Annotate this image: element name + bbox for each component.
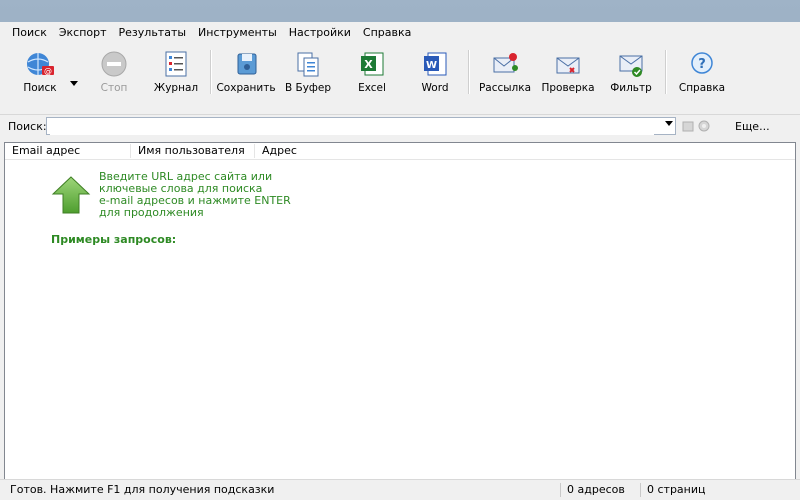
- excel-button-label: Excel: [358, 82, 386, 94]
- envelope-check-icon: [552, 48, 584, 80]
- status-pages-count: 0 страниц: [640, 483, 706, 497]
- save-disk-icon: [230, 48, 262, 80]
- stop-icon: [98, 48, 130, 80]
- search-button[interactable]: @ Поиск: [10, 48, 70, 94]
- buffer-button[interactable]: В Буфер: [278, 48, 338, 94]
- go-icon[interactable]: [681, 119, 695, 133]
- svg-text:X: X: [364, 58, 373, 71]
- save-button[interactable]: Сохранить: [216, 48, 276, 94]
- search-dropdown-icon[interactable]: [70, 76, 78, 89]
- status-addresses-count: 0 адресов: [560, 483, 625, 497]
- clipboard-copy-icon: [292, 48, 324, 80]
- search-input[interactable]: [50, 119, 654, 135]
- search-globe-icon: @: [24, 48, 56, 80]
- column-header-username[interactable]: Имя пользователя: [131, 144, 255, 158]
- word-icon: W: [419, 48, 451, 80]
- search-button-label: Поиск: [23, 82, 57, 94]
- mailing-button-label: Рассылка: [478, 82, 532, 94]
- search-hint: Введите URL адрес сайта или ключевые сло…: [99, 171, 299, 219]
- filter-button-label: Фильтр: [610, 82, 652, 94]
- menu-export[interactable]: Экспорт: [53, 24, 113, 41]
- help-question-icon: ?: [686, 48, 718, 80]
- stop-button-label: Стоп: [100, 82, 128, 94]
- buffer-button-label: В Буфер: [284, 82, 332, 94]
- svg-text:@: @: [44, 67, 52, 76]
- hint-line: для продолжения: [99, 206, 204, 219]
- search-label: Поиск:: [8, 120, 47, 133]
- help-button[interactable]: ? Справка: [672, 48, 732, 94]
- status-message: Готов. Нажмите F1 для получения подсказк…: [10, 483, 275, 496]
- settings-gear-icon[interactable]: [697, 119, 711, 133]
- mailing-button[interactable]: Рассылка: [475, 48, 535, 94]
- app-window: Поиск Экспорт Результаты Инструменты Нас…: [0, 22, 800, 500]
- journal-button[interactable]: Журнал: [146, 48, 206, 94]
- word-button[interactable]: W Word: [405, 48, 465, 94]
- examples-heading: Примеры запросов:: [51, 233, 177, 246]
- search-dropdown-arrow-icon[interactable]: [665, 121, 673, 126]
- menu-tools[interactable]: Инструменты: [192, 24, 283, 41]
- help-button-label: Справка: [678, 82, 726, 94]
- toolbar-separator: [210, 50, 212, 94]
- search-row: Поиск: Еще...: [0, 116, 800, 138]
- menu-bar: Поиск Экспорт Результаты Инструменты Нас…: [0, 22, 800, 42]
- stop-button[interactable]: Стоп: [84, 48, 144, 94]
- mailing-icon: [489, 48, 521, 80]
- excel-button[interactable]: X Excel: [342, 48, 402, 94]
- filter-button[interactable]: Фильтр: [601, 48, 661, 94]
- menu-results[interactable]: Результаты: [113, 24, 193, 41]
- check-button[interactable]: Проверка: [538, 48, 598, 94]
- column-header-email[interactable]: Email адрес: [5, 144, 131, 158]
- check-button-label: Проверка: [541, 82, 595, 94]
- save-button-label: Сохранить: [216, 82, 276, 94]
- word-button-label: Word: [421, 82, 449, 94]
- journal-list-icon: [160, 48, 192, 80]
- excel-icon: X: [356, 48, 388, 80]
- envelope-filter-icon: [615, 48, 647, 80]
- status-bar: Готов. Нажмите F1 для получения подсказк…: [0, 479, 800, 500]
- toolbar: @ Поиск Стоп Журнал Сохранить В Буфер X …: [0, 42, 800, 115]
- menu-settings[interactable]: Настройки: [283, 24, 357, 41]
- results-list[interactable]: Email адрес Имя пользователя Адрес Введи…: [4, 142, 796, 490]
- list-header: Email адрес Имя пользователя Адрес: [5, 143, 795, 160]
- column-header-address[interactable]: Адрес: [255, 144, 375, 158]
- menu-search[interactable]: Поиск: [6, 24, 53, 41]
- more-link[interactable]: Еще...: [735, 120, 770, 133]
- svg-text:?: ?: [698, 57, 706, 72]
- toolbar-separator: [665, 50, 667, 94]
- menu-help[interactable]: Справка: [357, 24, 417, 41]
- svg-text:W: W: [426, 60, 437, 71]
- journal-button-label: Журнал: [153, 82, 199, 94]
- toolbar-separator: [468, 50, 470, 94]
- search-combobox[interactable]: [46, 117, 676, 135]
- up-arrow-icon: [51, 175, 91, 218]
